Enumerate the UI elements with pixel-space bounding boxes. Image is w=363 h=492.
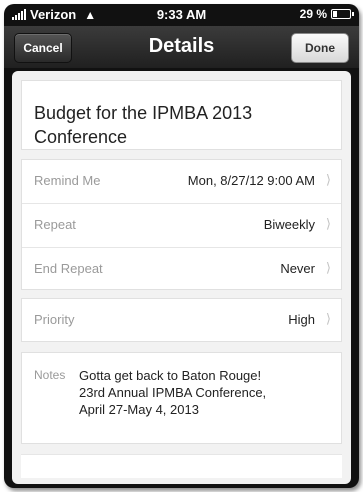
schedule-group: Remind Me Mon, 8/27/12 9:00 AM ⟩ Repeat … bbox=[21, 159, 342, 290]
end-repeat-label: End Repeat bbox=[34, 261, 103, 276]
end-repeat-row[interactable]: End Repeat Never ⟩ bbox=[22, 248, 341, 292]
remind-me-row[interactable]: Remind Me Mon, 8/27/12 9:00 AM ⟩ bbox=[22, 160, 341, 204]
priority-row[interactable]: Priority High ⟩ bbox=[22, 299, 341, 343]
notes-line: April 27-May 4, 2013 bbox=[79, 402, 199, 417]
status-right: 29 % bbox=[299, 7, 354, 21]
repeat-row[interactable]: Repeat Biweekly ⟩ bbox=[22, 204, 341, 248]
notes-card[interactable]: Notes Gotta get back to Baton Rouge! 23r… bbox=[21, 352, 342, 444]
end-repeat-value: Never bbox=[280, 261, 315, 276]
phone-screen: Verizon ▲ 9:33 AM 29 % Cancel Details Do… bbox=[4, 4, 359, 488]
remind-me-value: Mon, 8/27/12 9:00 AM bbox=[187, 173, 315, 188]
notes-text[interactable]: Gotta get back to Baton Rouge! 23rd Annu… bbox=[79, 367, 331, 418]
chevron-right-icon: ⟩ bbox=[325, 172, 331, 187]
status-bar: Verizon ▲ 9:33 AM 29 % bbox=[4, 4, 359, 26]
priority-value: High bbox=[288, 312, 315, 327]
screenshot-frame: Verizon ▲ 9:33 AM 29 % Cancel Details Do… bbox=[0, 0, 363, 492]
repeat-label: Repeat bbox=[34, 217, 76, 232]
reminder-title[interactable]: Budget for the IPMBA 2013 Conference bbox=[34, 101, 329, 149]
bottom-row bbox=[21, 454, 342, 478]
details-content: Budget for the IPMBA 2013 Conference Rem… bbox=[12, 71, 351, 484]
reminder-title-card[interactable]: Budget for the IPMBA 2013 Conference bbox=[21, 80, 342, 150]
chevron-right-icon: ⟩ bbox=[325, 311, 331, 326]
battery-fill bbox=[333, 11, 337, 17]
battery-percent: 29 % bbox=[299, 7, 327, 21]
notes-label: Notes bbox=[34, 368, 66, 382]
battery-icon bbox=[331, 9, 354, 19]
priority-label: Priority bbox=[34, 312, 75, 327]
priority-group: Priority High ⟩ bbox=[21, 298, 342, 342]
remind-me-label: Remind Me bbox=[34, 173, 101, 188]
navigation-bar: Cancel Details Done bbox=[4, 26, 359, 68]
chevron-right-icon: ⟩ bbox=[325, 216, 331, 231]
repeat-value: Biweekly bbox=[263, 217, 315, 232]
chevron-right-icon: ⟩ bbox=[325, 260, 331, 275]
notes-line: Gotta get back to Baton Rouge! bbox=[79, 368, 262, 383]
notes-line: 23rd Annual IPMBA Conference, bbox=[79, 385, 267, 400]
done-button[interactable]: Done bbox=[291, 33, 349, 63]
